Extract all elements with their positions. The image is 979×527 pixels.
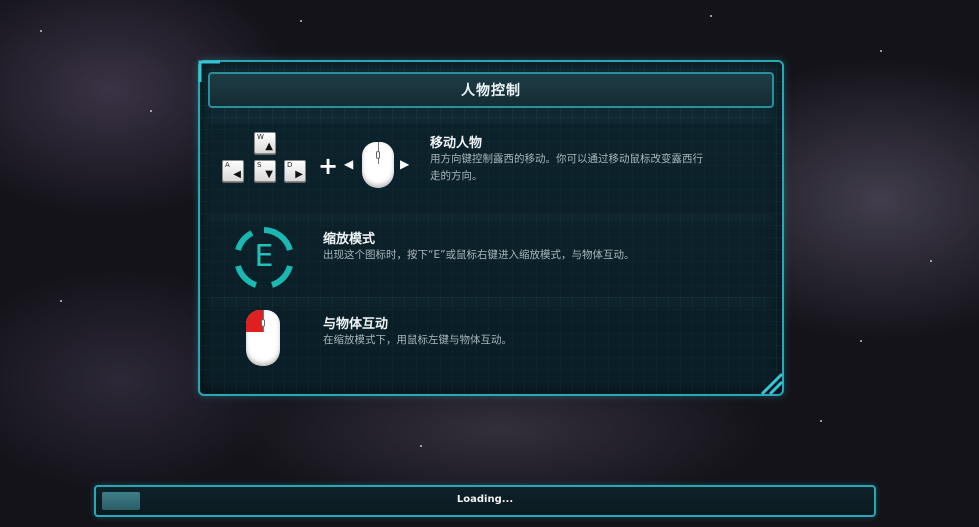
zoom-mode-row: E 缩放模式 出现这个图标时，按下“E”或鼠标右键进入缩放模式，与物体互动。 — [208, 222, 774, 297]
move-description-line1: 用方向键控制露西的移动。你可以通过移动鼠标改变露西行 — [430, 153, 703, 165]
mouse-move-icon: ◀ ▶ — [344, 136, 414, 190]
mouse-wheel — [376, 151, 380, 159]
zoom-e-icon: E — [230, 224, 298, 292]
move-description: 用方向键控制露西的移动。你可以通过移动鼠标改变露西行 走的方向。 — [430, 151, 703, 185]
left-click-mouse-icon — [246, 310, 280, 366]
arrow-down-icon: ▼ — [265, 169, 273, 180]
corner-decoration — [198, 60, 220, 82]
panel-title-bar: 人物控制 — [208, 72, 774, 108]
star — [710, 15, 712, 17]
interact-heading: 与物体互动 — [323, 317, 389, 332]
key-right-label: D — [287, 161, 293, 169]
key-left: A ◀ — [222, 160, 244, 182]
arrow-up-icon: ▲ — [265, 141, 273, 152]
star — [420, 445, 422, 447]
zoom-heading: 缩放模式 — [323, 232, 376, 247]
plus-icon: + — [318, 152, 339, 180]
move-heading: 移动人物 — [430, 136, 483, 151]
interact-description: 在缩放模式下，用鼠标左键与物体互动。 — [323, 334, 512, 346]
move-description-line2: 走的方向。 — [430, 170, 483, 182]
star — [150, 110, 152, 112]
arrow-right-icon: ▶ — [295, 169, 303, 180]
key-up: W ▲ — [254, 132, 276, 154]
character-control-panel: 人物控制 W ▲ A ◀ S ▼ D ▶ + ◀ ▶ 移动人物 用方向键控制露西… — [198, 60, 784, 396]
arrow-right-icon: ▶ — [400, 157, 410, 171]
arrow-left-icon: ◀ — [233, 169, 241, 180]
star — [930, 260, 932, 262]
key-down-label: S — [257, 161, 262, 169]
star — [820, 420, 822, 422]
key-down: S ▼ — [254, 160, 276, 182]
star — [860, 340, 862, 342]
loading-label: Loading... — [456, 494, 514, 505]
zoom-letter: E — [254, 239, 274, 274]
star — [300, 20, 302, 22]
star — [880, 50, 882, 52]
wasd-keys-icon: W ▲ A ◀ S ▼ D ▶ — [222, 132, 312, 192]
loading-bar: Loading... — [94, 485, 876, 517]
move-character-row: W ▲ A ◀ S ▼ D ▶ + ◀ ▶ 移动人物 用方向键控制露西的移动。你… — [208, 124, 774, 214]
mouse-icon — [362, 142, 394, 188]
mouse-wheel — [261, 319, 265, 327]
key-left-label: A — [225, 161, 230, 169]
arrow-left-icon: ◀ — [344, 157, 354, 171]
interact-row: 与物体互动 在缩放模式下，用鼠标左键与物体互动。 — [208, 307, 774, 382]
star — [40, 30, 42, 32]
star — [60, 300, 62, 302]
key-right: D ▶ — [284, 160, 306, 182]
corner-decoration — [760, 372, 784, 396]
key-up-label: W — [257, 133, 264, 141]
zoom-description: 出现这个图标时，按下“E”或鼠标右键进入缩放模式，与物体互动。 — [323, 249, 635, 261]
panel-title: 人物控制 — [461, 83, 521, 99]
